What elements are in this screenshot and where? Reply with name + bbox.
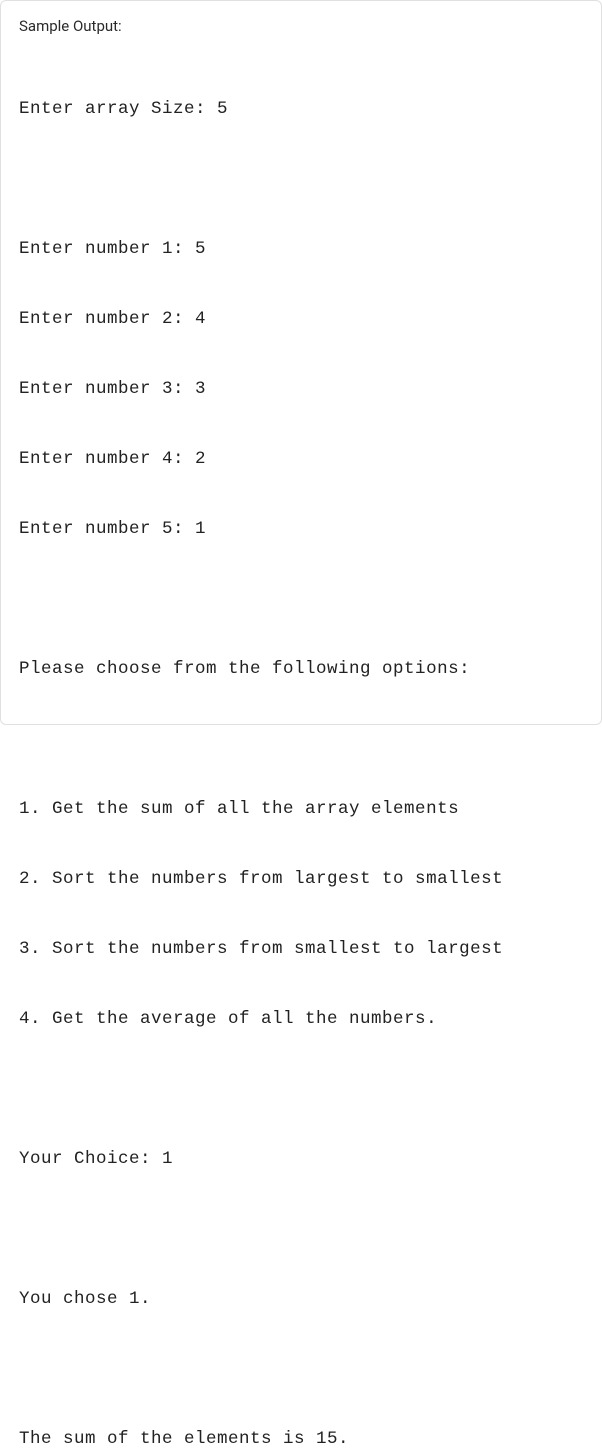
line-choose-prompt: Please choose from the following options… xyxy=(19,652,583,687)
line-blank xyxy=(19,722,583,757)
line-blank xyxy=(19,1352,583,1387)
line-blank xyxy=(19,582,583,617)
line-enter-5: Enter number 5: 1 xyxy=(19,512,583,547)
sample-output-heading: Sample Output: xyxy=(19,17,583,35)
line-you-chose: You chose 1. xyxy=(19,1282,583,1317)
line-enter-3: Enter number 3: 3 xyxy=(19,372,583,407)
line-sum-result: The sum of the elements is 15. xyxy=(19,1422,583,1450)
line-option-4: 4. Get the average of all the numbers. xyxy=(19,1002,583,1037)
output-block: Enter array Size: 5 Enter number 1: 5 En… xyxy=(19,57,583,1450)
line-option-3: 3. Sort the numbers from smallest to lar… xyxy=(19,932,583,967)
line-your-choice: Your Choice: 1 xyxy=(19,1142,583,1177)
line-array-size: Enter array Size: 5 xyxy=(19,92,583,127)
line-blank xyxy=(19,1212,583,1247)
line-enter-1: Enter number 1: 5 xyxy=(19,232,583,267)
line-blank xyxy=(19,162,583,197)
line-enter-2: Enter number 2: 4 xyxy=(19,302,583,337)
line-option-2: 2. Sort the numbers from largest to smal… xyxy=(19,862,583,897)
line-enter-4: Enter number 4: 2 xyxy=(19,442,583,477)
line-option-1: 1. Get the sum of all the array elements xyxy=(19,792,583,827)
line-blank xyxy=(19,1072,583,1107)
